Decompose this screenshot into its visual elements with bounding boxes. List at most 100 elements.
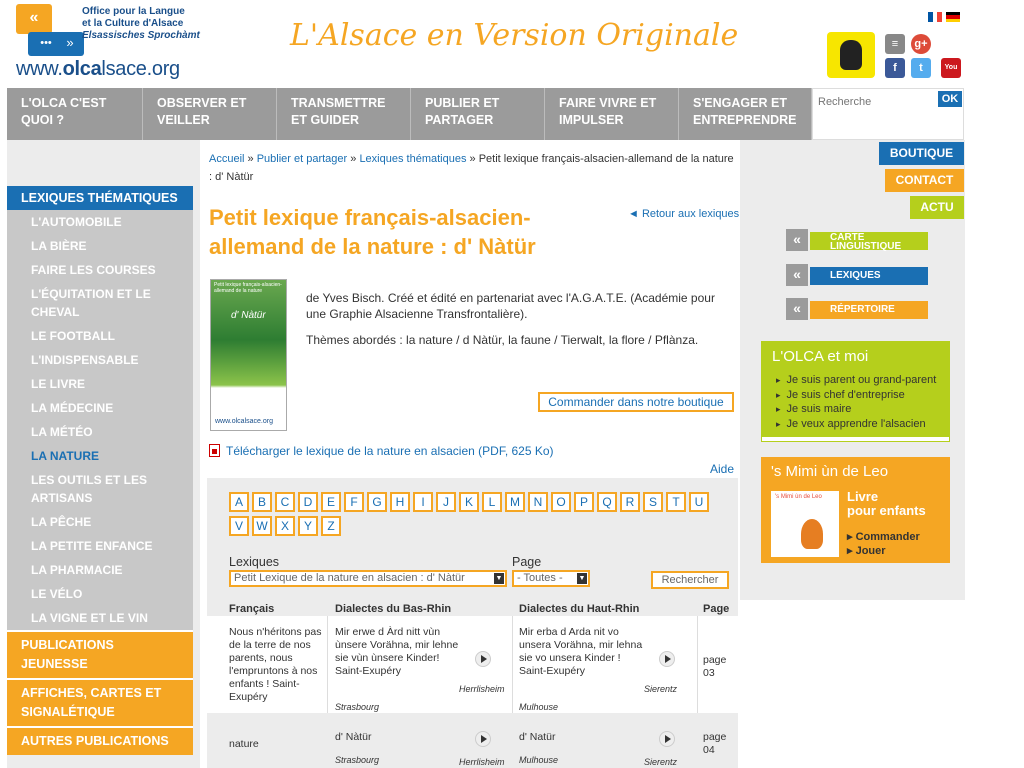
- order-in-shop-button[interactable]: Commander dans notre boutique: [538, 392, 734, 412]
- search-ok-button[interactable]: OK: [938, 91, 962, 107]
- nav-olca[interactable]: L'OLCA C'EST QUOI ?: [7, 88, 143, 140]
- location-label: Strasbourg: [335, 755, 380, 765]
- sidebar-item-equitation[interactable]: L'ÉQUITATION ET LE CHEVAL: [7, 282, 193, 324]
- olca-item-parent[interactable]: Je suis parent ou grand-parent: [776, 373, 939, 388]
- nav-transmettre[interactable]: TRANSMETTRE ET GUIDER: [277, 88, 411, 140]
- play-audio-icon[interactable]: [475, 651, 491, 667]
- letter-filter-b[interactable]: B: [252, 492, 272, 512]
- letter-filter-u[interactable]: U: [689, 492, 709, 512]
- back-to-lexiques-link[interactable]: ◄ Retour aux lexiques: [628, 208, 739, 220]
- sidebar-item-courses[interactable]: FAIRE LES COURSES: [7, 258, 193, 282]
- chevron-left-icon: «: [786, 298, 808, 320]
- letter-filter-z[interactable]: Z: [321, 516, 341, 536]
- letter-filter-f[interactable]: F: [344, 492, 364, 512]
- sidebar-item-medecine[interactable]: LA MÉDECINE: [7, 396, 193, 420]
- nav-publier[interactable]: PUBLIER ET PARTAGER: [411, 88, 545, 140]
- olca-item-apprendre[interactable]: Je veux apprendre l'alsacien: [776, 417, 939, 432]
- letter-filter-q[interactable]: Q: [597, 492, 617, 512]
- letter-filter-i[interactable]: I: [413, 492, 433, 512]
- letter-filter-j[interactable]: J: [436, 492, 456, 512]
- letter-filter-m[interactable]: M: [505, 492, 525, 512]
- play-audio-icon[interactable]: [659, 651, 675, 667]
- nav-engager[interactable]: S'ENGAGER ET ENTREPRENDRE: [679, 88, 812, 140]
- letter-filter-y[interactable]: Y: [298, 516, 318, 536]
- german-flag-icon[interactable]: [946, 12, 960, 22]
- boutique-button[interactable]: BOUTIQUE: [879, 142, 964, 165]
- facebook-icon[interactable]: f: [885, 58, 905, 78]
- page-select[interactable]: - Toutes - ▼: [512, 570, 590, 587]
- sidebar-item-meteo[interactable]: LA MÉTÉO: [7, 420, 193, 444]
- letter-filter-x[interactable]: X: [275, 516, 295, 536]
- sidebar-item-football[interactable]: LE FOOTBALL: [7, 324, 193, 348]
- play-audio-icon[interactable]: [659, 731, 675, 747]
- letter-filter-g[interactable]: G: [367, 492, 387, 512]
- mimi-jouer-link[interactable]: ▸ Jouer: [847, 544, 920, 558]
- letter-filter-v[interactable]: V: [229, 516, 249, 536]
- sidebar-item-biere[interactable]: LA BIÈRE: [7, 234, 193, 258]
- letter-filter-n[interactable]: N: [528, 492, 548, 512]
- olca-item-maire[interactable]: Je suis maire: [776, 402, 939, 417]
- sidebar-item-pharmacie[interactable]: LA PHARMACIE: [7, 558, 193, 582]
- letter-filter-t[interactable]: T: [666, 492, 686, 512]
- page-title: Petit lexique français-alsacien-allemand…: [209, 205, 536, 259]
- letter-filter-h[interactable]: H: [390, 492, 410, 512]
- sidebar-item-peche[interactable]: LA PÊCHE: [7, 510, 193, 534]
- letter-filter-d[interactable]: D: [298, 492, 318, 512]
- help-link[interactable]: Aide: [710, 462, 734, 476]
- lexique-select[interactable]: Petit Lexique de la nature en alsacien :…: [229, 570, 507, 587]
- nav-observer[interactable]: OBSERVER ET VEILLER: [143, 88, 277, 140]
- sidebar-item-nature[interactable]: LA NATURE: [7, 444, 193, 468]
- mascot-icon[interactable]: [827, 32, 875, 78]
- letter-filter-p[interactable]: P: [574, 492, 594, 512]
- contact-button[interactable]: CONTACT: [885, 169, 964, 192]
- youtube-icon[interactable]: You: [941, 58, 961, 78]
- mimi-commander-link[interactable]: ▸ Commander: [847, 530, 920, 544]
- sidebar-item-indispensable[interactable]: L'INDISPENSABLE: [7, 348, 193, 372]
- breadcrumb-sep: »: [347, 153, 360, 165]
- letter-filter-s[interactable]: S: [643, 492, 663, 512]
- search-input[interactable]: [818, 94, 936, 110]
- sidebar-item-petite-enfance[interactable]: LA PETITE ENFANCE: [7, 534, 193, 558]
- letter-filter-r[interactable]: R: [620, 492, 640, 512]
- sidebar-publications-jeunesse[interactable]: PUBLICATIONS JEUNESSE: [7, 630, 193, 678]
- sidebar-heading-lexiques[interactable]: LEXIQUES THÉMATIQUES: [7, 186, 193, 210]
- sidebar-item-automobile[interactable]: L'AUTOMOBILE: [7, 210, 193, 234]
- location-label: Herrlisheim: [459, 757, 505, 767]
- rss-icon[interactable]: ≡: [885, 34, 905, 54]
- book-cover-title: Petit lexique français-alsacien-allemand…: [214, 282, 282, 294]
- pdf-download-link[interactable]: Télécharger le lexique de la nature en a…: [209, 444, 554, 458]
- breadcrumb-lexiques[interactable]: Lexiques thématiques: [359, 153, 466, 165]
- google-plus-icon[interactable]: g+: [911, 34, 931, 54]
- letter-filter-w[interactable]: W: [252, 516, 272, 536]
- sidebar-affiches[interactable]: AFFICHES, CARTES ET SIGNALÉTIQUE: [7, 678, 193, 726]
- sidebar-item-outils[interactable]: LES OUTILS ET LES ARTISANS: [7, 468, 193, 510]
- book-cover-image: Petit lexique français-alsacien-allemand…: [210, 279, 287, 431]
- play-audio-icon[interactable]: [475, 731, 491, 747]
- letter-filter-a[interactable]: A: [229, 492, 249, 512]
- rechercher-button[interactable]: Rechercher: [651, 571, 729, 589]
- letter-filter-e[interactable]: E: [321, 492, 341, 512]
- letter-filter-c[interactable]: C: [275, 492, 295, 512]
- location-label: Mulhouse: [519, 702, 559, 712]
- breadcrumb-publier[interactable]: Publier et partager: [257, 153, 348, 165]
- sidebar-autres-publications[interactable]: AUTRES PUBLICATIONS: [7, 726, 193, 755]
- book-description: de Yves Bisch. Créé et édité en partenar…: [306, 290, 738, 358]
- letter-filter-k[interactable]: K: [459, 492, 479, 512]
- page-label: Page: [512, 555, 542, 569]
- breadcrumb-home[interactable]: Accueil: [209, 153, 244, 165]
- nav-faire-vivre[interactable]: FAIRE VIVRE ET IMPULSER: [545, 88, 679, 140]
- french-flag-icon[interactable]: [928, 12, 943, 22]
- olca-item-chef[interactable]: Je suis chef d'entreprise: [776, 388, 939, 403]
- sidebar-item-vigne[interactable]: LA VIGNE ET LE VIN: [7, 606, 193, 630]
- letter-filter-o[interactable]: O: [551, 492, 571, 512]
- letter-filter-l[interactable]: L: [482, 492, 502, 512]
- olca-logo[interactable]: « ••• » Office pour la Langue et la Cult…: [12, 2, 202, 82]
- mimi-leo-title: 's Mimi ùn de Leo: [771, 463, 889, 480]
- mimi-subtitle: Livre pour enfants: [847, 489, 926, 518]
- sidebar-item-livre[interactable]: LE LIVRE: [7, 372, 193, 396]
- logo-text: Office pour la Langue et la Culture d'Al…: [82, 6, 200, 41]
- twitter-icon[interactable]: t: [911, 58, 931, 78]
- sidebar-item-velo[interactable]: LE VÉLO: [7, 582, 193, 606]
- lexique-label: Lexiques: [229, 555, 280, 569]
- actu-button[interactable]: ACTU: [910, 196, 964, 219]
